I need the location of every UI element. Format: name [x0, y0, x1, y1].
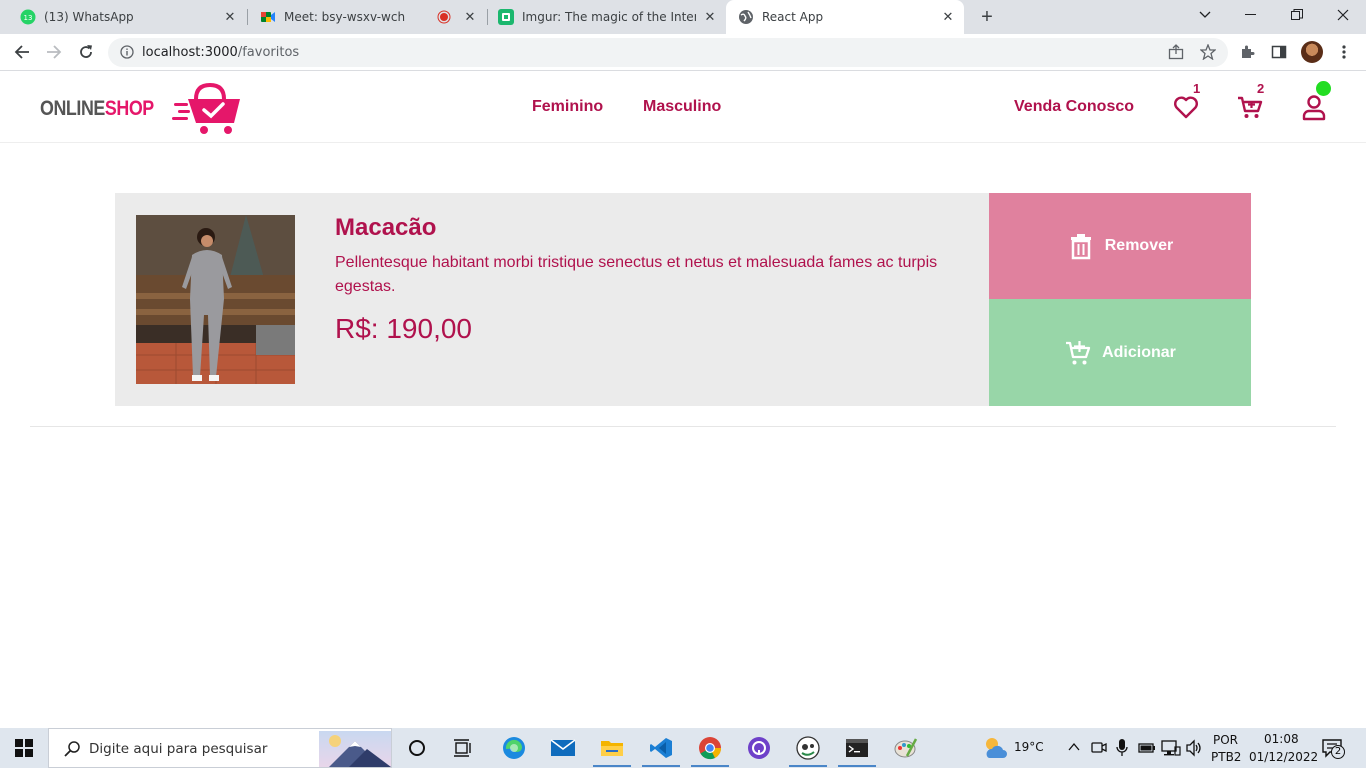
edge-icon[interactable] — [491, 728, 537, 768]
windows-taskbar: Digite aqui para pesquisar 19°C POR PTB2… — [0, 728, 1366, 768]
share-icon[interactable] — [1166, 42, 1186, 62]
reload-button[interactable] — [74, 40, 98, 64]
list-divider — [30, 426, 1336, 427]
terminal-icon[interactable] — [834, 728, 880, 768]
restore-button[interactable] — [1274, 0, 1320, 30]
favorites-heart-icon[interactable] — [1172, 93, 1200, 121]
profile-avatar[interactable] — [1301, 41, 1323, 63]
back-button[interactable] — [10, 40, 34, 64]
close-tab-icon[interactable]: ✕ — [222, 9, 238, 25]
show-hidden-icons-icon[interactable] — [1068, 742, 1080, 752]
clock-time[interactable]: 01:08 — [1264, 732, 1299, 746]
product-name: Macacão — [335, 214, 437, 241]
browser-toolbar: localhost:3000/favoritos — [0, 34, 1366, 71]
cart-icon[interactable] — [1236, 93, 1264, 121]
clock-date[interactable]: 01/12/2022 — [1249, 750, 1318, 764]
weather-temperature[interactable]: 19°C — [1014, 740, 1044, 754]
whatsapp-icon: 13 — [20, 9, 36, 25]
shopping-basket-logo-icon — [172, 82, 240, 134]
chrome-icon[interactable] — [687, 728, 733, 768]
product-description: Pellentesque habitant morbi tristique se… — [335, 254, 938, 295]
tab-search-chevron-icon[interactable] — [1182, 0, 1228, 30]
forward-button[interactable] — [42, 40, 66, 64]
mail-icon[interactable] — [540, 728, 586, 768]
network-icon[interactable] — [1161, 739, 1181, 757]
remove-label: Remover — [1104, 237, 1174, 254]
close-tab-icon[interactable]: ✕ — [462, 9, 478, 25]
github-desktop-icon[interactable] — [736, 728, 782, 768]
meet-icon — [260, 9, 276, 25]
remove-favorite-button[interactable]: Remover — [989, 193, 1251, 299]
site-logo[interactable]: ONLINESHOP — [40, 97, 154, 121]
tab-title: React App — [762, 10, 824, 24]
globe-icon — [738, 9, 754, 25]
close-tab-icon[interactable]: ✕ — [702, 9, 718, 25]
battery-icon[interactable] — [1138, 740, 1156, 756]
keyboard-layout-indicator[interactable]: PTB2 — [1211, 750, 1241, 764]
add-cart-icon — [1066, 340, 1091, 364]
vscode-icon[interactable] — [638, 728, 684, 768]
language-indicator[interactable]: POR — [1213, 733, 1238, 747]
bookmark-star-icon[interactable] — [1198, 42, 1218, 62]
product-image[interactable] — [136, 215, 295, 384]
url-text: localhost:3000/favoritos — [142, 45, 300, 60]
cortana-icon[interactable] — [394, 728, 440, 768]
site-header: ONLINESHOP Feminino Masculino Venda Cono… — [0, 71, 1366, 143]
favorites-count-badge: 1 — [1193, 81, 1201, 96]
menu-dots-icon[interactable] — [1334, 42, 1354, 62]
side-panel-icon[interactable] — [1269, 42, 1289, 62]
nav-masculino[interactable]: Masculino — [643, 98, 721, 116]
svg-text:13: 13 — [24, 14, 33, 22]
imgur-icon — [498, 9, 514, 25]
nav-feminino[interactable]: Feminino — [532, 98, 603, 116]
tab-title: (13) WhatsApp — [44, 10, 134, 24]
search-highlight-art — [319, 731, 391, 767]
file-explorer-icon[interactable] — [589, 728, 635, 768]
recording-icon — [436, 9, 452, 25]
extensions-icon[interactable] — [1237, 42, 1257, 62]
close-window-button[interactable] — [1320, 0, 1366, 30]
microphone-icon[interactable] — [1115, 738, 1129, 758]
weather-icon[interactable] — [982, 734, 1010, 762]
user-account-icon[interactable] — [1300, 93, 1328, 121]
favorite-item-card: Macacão Pellentesque habitant morbi tris… — [115, 193, 1251, 406]
minimize-button[interactable] — [1228, 0, 1274, 30]
nav-venda-conosco[interactable]: Venda Conosco — [1014, 98, 1134, 116]
tab-meet[interactable]: Meet: bsy-wsxv-wch ✕ — [248, 0, 486, 34]
add-label: Adicionar — [1102, 343, 1176, 361]
new-tab-button[interactable]: + — [978, 7, 996, 27]
browser-tabstrip: 13 (13) WhatsApp ✕ Meet: bsy-wsxv-wch ✕ … — [0, 0, 1366, 34]
cart-count-badge: 2 — [1257, 81, 1265, 96]
taskbar-search-box[interactable]: Digite aqui para pesquisar — [48, 728, 392, 768]
notifications-button[interactable]: 2 — [1322, 738, 1346, 760]
search-icon — [64, 741, 80, 757]
meet-tray-icon[interactable] — [1091, 739, 1107, 757]
tab-title: Imgur: The magic of the Internet — [522, 10, 696, 24]
online-status-dot — [1316, 81, 1331, 96]
tab-whatsapp[interactable]: 13 (13) WhatsApp ✕ — [8, 0, 246, 34]
tab-title: Meet: bsy-wsxv-wch — [284, 10, 406, 24]
trash-icon — [1070, 234, 1091, 260]
windows-logo-icon — [15, 739, 33, 757]
notification-count-badge: 2 — [1331, 745, 1345, 759]
windows-start-button[interactable] — [0, 728, 48, 768]
product-price: R$: 190,00 — [335, 313, 472, 344]
task-view-icon[interactable] — [440, 728, 486, 768]
search-placeholder: Digite aqui para pesquisar — [89, 741, 268, 757]
volume-icon[interactable] — [1185, 739, 1203, 757]
close-tab-icon[interactable]: ✕ — [940, 9, 956, 25]
tab-react-app[interactable]: React App ✕ — [726, 0, 964, 34]
tab-imgur[interactable]: Imgur: The magic of the Internet ✕ — [488, 0, 726, 34]
info-icon[interactable] — [120, 45, 134, 59]
pinned-app-icon[interactable] — [785, 728, 831, 768]
add-to-cart-button[interactable]: Adicionar — [989, 299, 1251, 406]
address-bar[interactable]: localhost:3000/favoritos — [108, 38, 1228, 67]
paint-icon[interactable] — [883, 728, 929, 768]
